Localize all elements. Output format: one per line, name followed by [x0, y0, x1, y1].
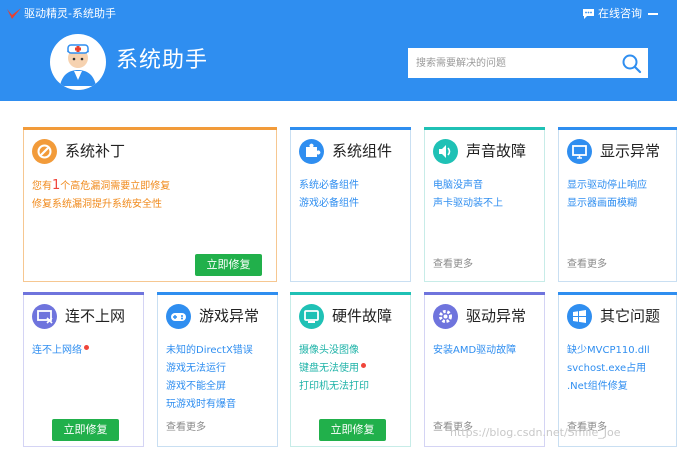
- patch-description: 修复系统漏洞提升系统安全性: [32, 199, 162, 210]
- card-title: 硬件故障: [332, 307, 393, 325]
- search-icon: [622, 54, 642, 74]
- list-item[interactable]: 系统必备组件: [299, 177, 359, 195]
- search-button[interactable]: [620, 52, 644, 74]
- card-game-issues[interactable]: 游戏异常 未知的DirectX错误 游戏无法运行 游戏不能全屏 玩游戏时有爆音 …: [157, 292, 278, 447]
- patch-warning[interactable]: 您有1个高危漏洞需要立即修复: [32, 177, 170, 196]
- list-item[interactable]: 摄像头没图像: [299, 342, 369, 360]
- list-item[interactable]: .Net组件修复: [567, 378, 650, 396]
- list-item[interactable]: 声卡驱动装不上: [433, 195, 503, 213]
- app-logo-icon: [7, 8, 21, 19]
- network-icon: [32, 304, 57, 329]
- alert-dot: [84, 345, 89, 350]
- warning-prefix: 您有: [32, 181, 52, 192]
- view-more-link[interactable]: 查看更多: [433, 258, 473, 272]
- header-banner: 驱动精灵-系统助手 在线咨询 系统助手: [0, 0, 677, 101]
- title-bar: 驱动精灵-系统助手 在线咨询: [0, 0, 677, 28]
- card-title: 游戏异常: [199, 307, 260, 325]
- card-system-patch[interactable]: 系统补丁 您有1个高危漏洞需要立即修复 修复系统漏洞提升系统安全性 立即修复: [23, 127, 277, 282]
- list-item-label: 键盘无法使用: [299, 363, 359, 374]
- online-consult-label: 在线咨询: [598, 7, 642, 20]
- list-item[interactable]: 连不上网络: [32, 342, 89, 360]
- chat-bubble-icon: [583, 9, 594, 19]
- card-other-issues[interactable]: 其它问题 缺少MVCP110.dll svchost.exe占用 .Net组件修…: [558, 292, 677, 447]
- list-item[interactable]: 未知的DirectX错误: [166, 342, 253, 360]
- list-item[interactable]: 安装AMD驱动故障: [433, 342, 516, 360]
- list-item[interactable]: 缺少MVCP110.dll: [567, 342, 650, 360]
- warning-suffix: 个高危漏洞需要立即修复: [60, 181, 171, 192]
- minimize-button[interactable]: [646, 6, 660, 20]
- card-system-components[interactable]: 系统组件 系统必备组件 游戏必备组件: [290, 127, 411, 282]
- card-display-issues[interactable]: 显示异常 显示驱动停止响应 显示器画面模糊 查看更多: [558, 127, 677, 282]
- fix-now-button[interactable]: 立即修复: [195, 254, 262, 276]
- list-item[interactable]: 电脑没声音: [433, 177, 503, 195]
- list-item[interactable]: 玩游戏时有爆音: [166, 396, 253, 414]
- list-item[interactable]: 显示器画面模糊: [567, 195, 647, 213]
- card-title: 连不上网: [65, 307, 126, 325]
- list-item[interactable]: 显示驱动停止响应: [567, 177, 647, 195]
- monitor-icon: [567, 139, 592, 164]
- card-network-issues[interactable]: 连不上网 连不上网络 立即修复: [23, 292, 144, 447]
- app-title: 驱动精灵-系统助手: [24, 7, 116, 20]
- list-item[interactable]: 键盘无法使用: [299, 360, 369, 378]
- wrench-icon: [32, 139, 57, 164]
- card-driver-issues[interactable]: 驱动异常 安装AMD驱动故障 查看更多: [424, 292, 545, 447]
- alert-dot: [361, 363, 366, 368]
- windows-icon: [567, 304, 592, 329]
- card-title: 其它问题: [600, 307, 661, 325]
- view-more-link[interactable]: 查看更多: [567, 258, 607, 272]
- card-title: 系统补丁: [65, 142, 126, 160]
- list-item[interactable]: 游戏不能全屏: [166, 378, 253, 396]
- list-item-label: 连不上网络: [32, 345, 82, 356]
- list-item[interactable]: svchost.exe占用: [567, 360, 650, 378]
- search-input[interactable]: [408, 48, 616, 78]
- speaker-icon: [433, 139, 458, 164]
- card-title: 驱动异常: [466, 307, 527, 325]
- doctor-avatar-icon: [50, 34, 106, 90]
- page-title: 系统助手: [116, 48, 209, 73]
- fix-now-button[interactable]: 立即修复: [52, 419, 119, 441]
- watermark-text: https://blog.csdn.net/Smile_Joe: [450, 426, 621, 439]
- list-item[interactable]: 打印机无法打印: [299, 378, 369, 396]
- gamepad-icon: [166, 304, 191, 329]
- card-hardware-issues[interactable]: 硬件故障 摄像头没图像 键盘无法使用 打印机无法打印 立即修复: [290, 292, 411, 447]
- puzzle-icon: [299, 139, 324, 164]
- card-title: 声音故障: [466, 142, 527, 160]
- card-title: 系统组件: [332, 142, 393, 160]
- card-sound-issues[interactable]: 声音故障 电脑没声音 声卡驱动装不上 查看更多: [424, 127, 545, 282]
- gear-icon: [433, 304, 458, 329]
- fix-now-button[interactable]: 立即修复: [319, 419, 386, 441]
- card-title: 显示异常: [600, 142, 661, 160]
- view-more-link[interactable]: 查看更多: [166, 421, 206, 435]
- list-item[interactable]: 游戏无法运行: [166, 360, 253, 378]
- search-box: [408, 48, 648, 78]
- hardware-icon: [299, 304, 324, 329]
- list-item[interactable]: 游戏必备组件: [299, 195, 359, 213]
